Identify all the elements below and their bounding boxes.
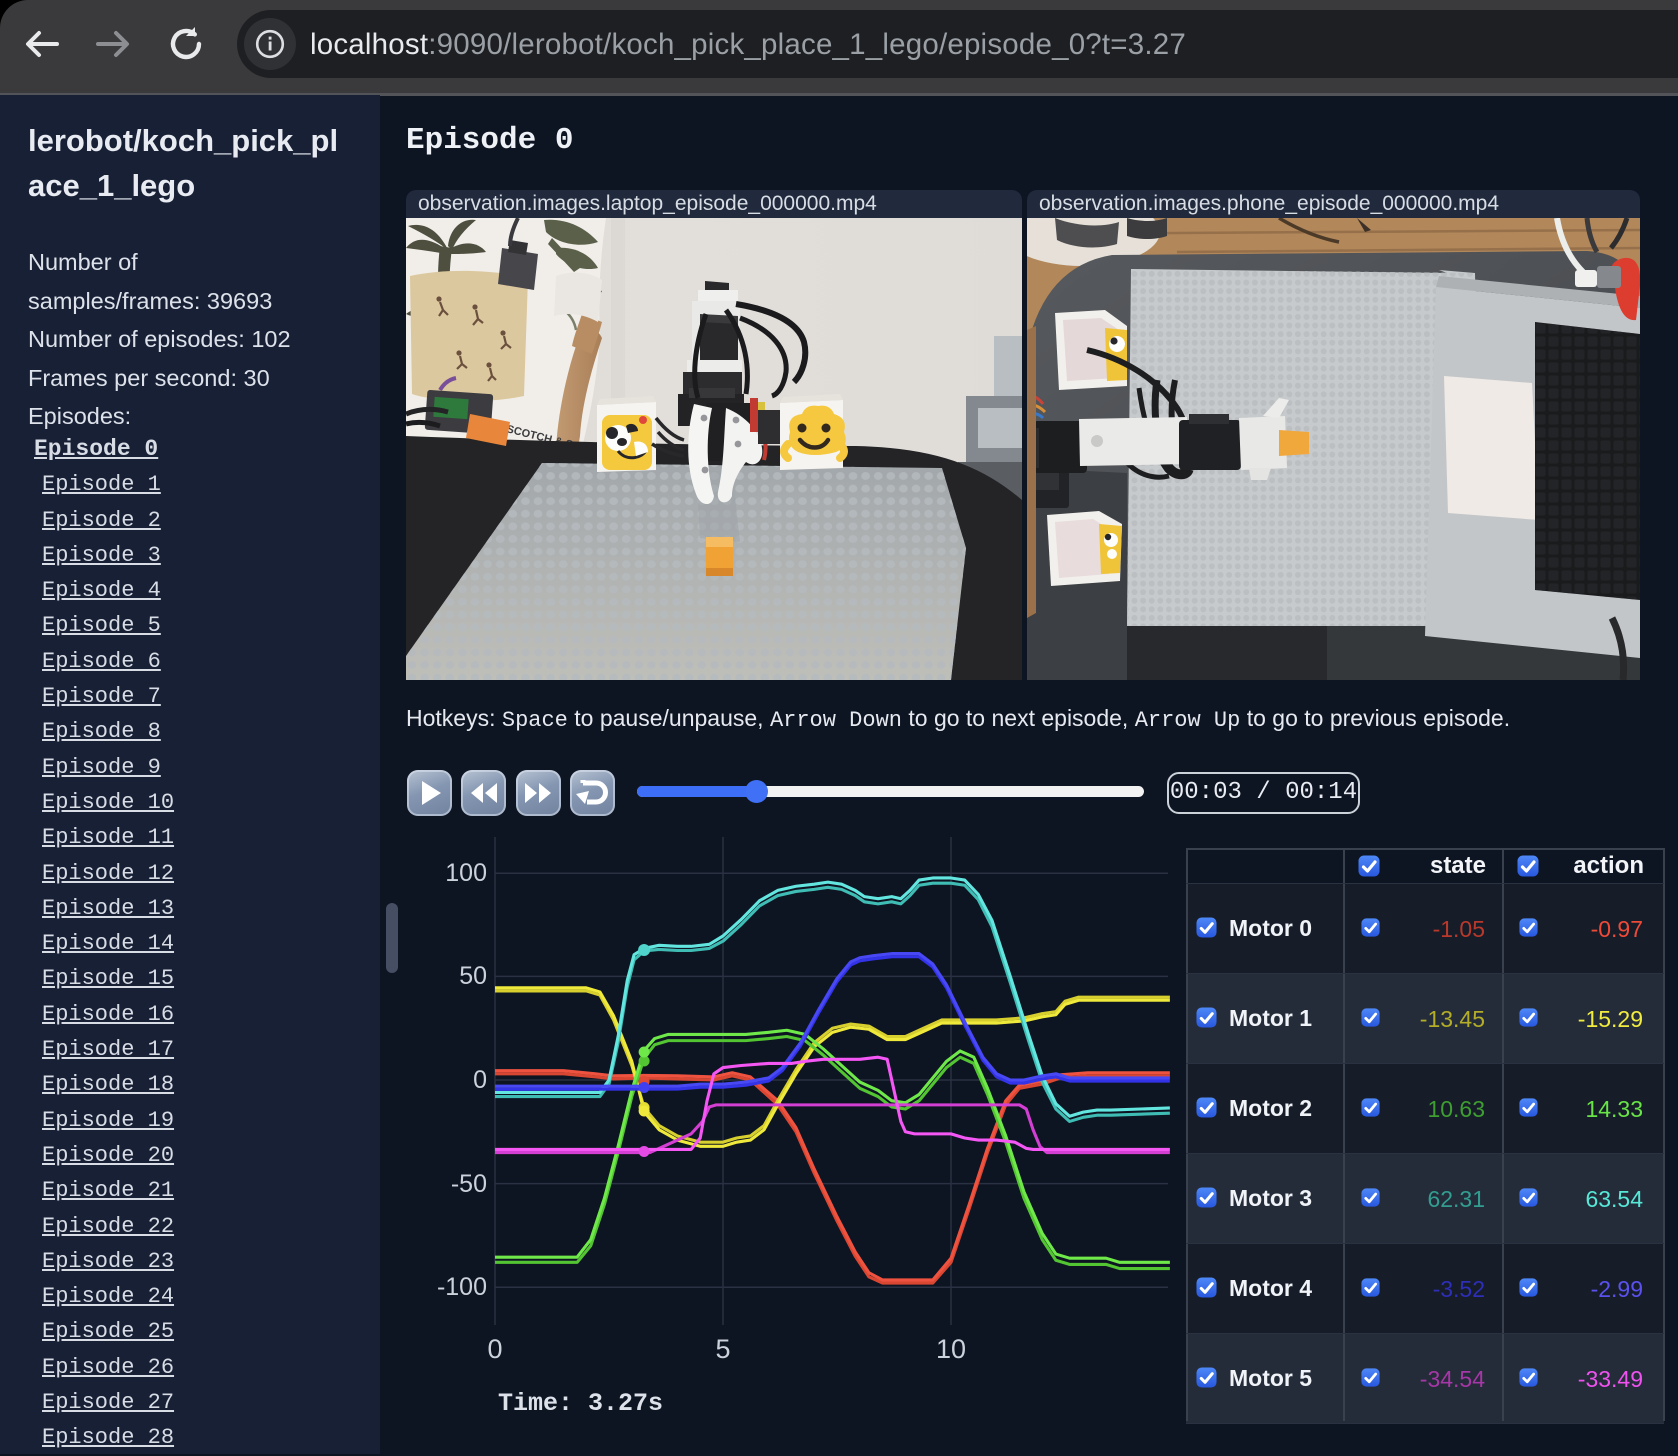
svg-text:10: 10	[936, 1334, 966, 1364]
svg-text:50: 50	[459, 962, 487, 990]
svg-text:-100: -100	[437, 1273, 487, 1301]
svg-text:0: 0	[473, 1066, 487, 1094]
svg-text:Time: 3.27s: Time: 3.27s	[498, 1389, 663, 1418]
svg-text:-50: -50	[451, 1170, 487, 1198]
svg-text:100: 100	[445, 859, 487, 887]
svg-text:0: 0	[487, 1334, 502, 1364]
svg-text:5: 5	[715, 1334, 730, 1364]
